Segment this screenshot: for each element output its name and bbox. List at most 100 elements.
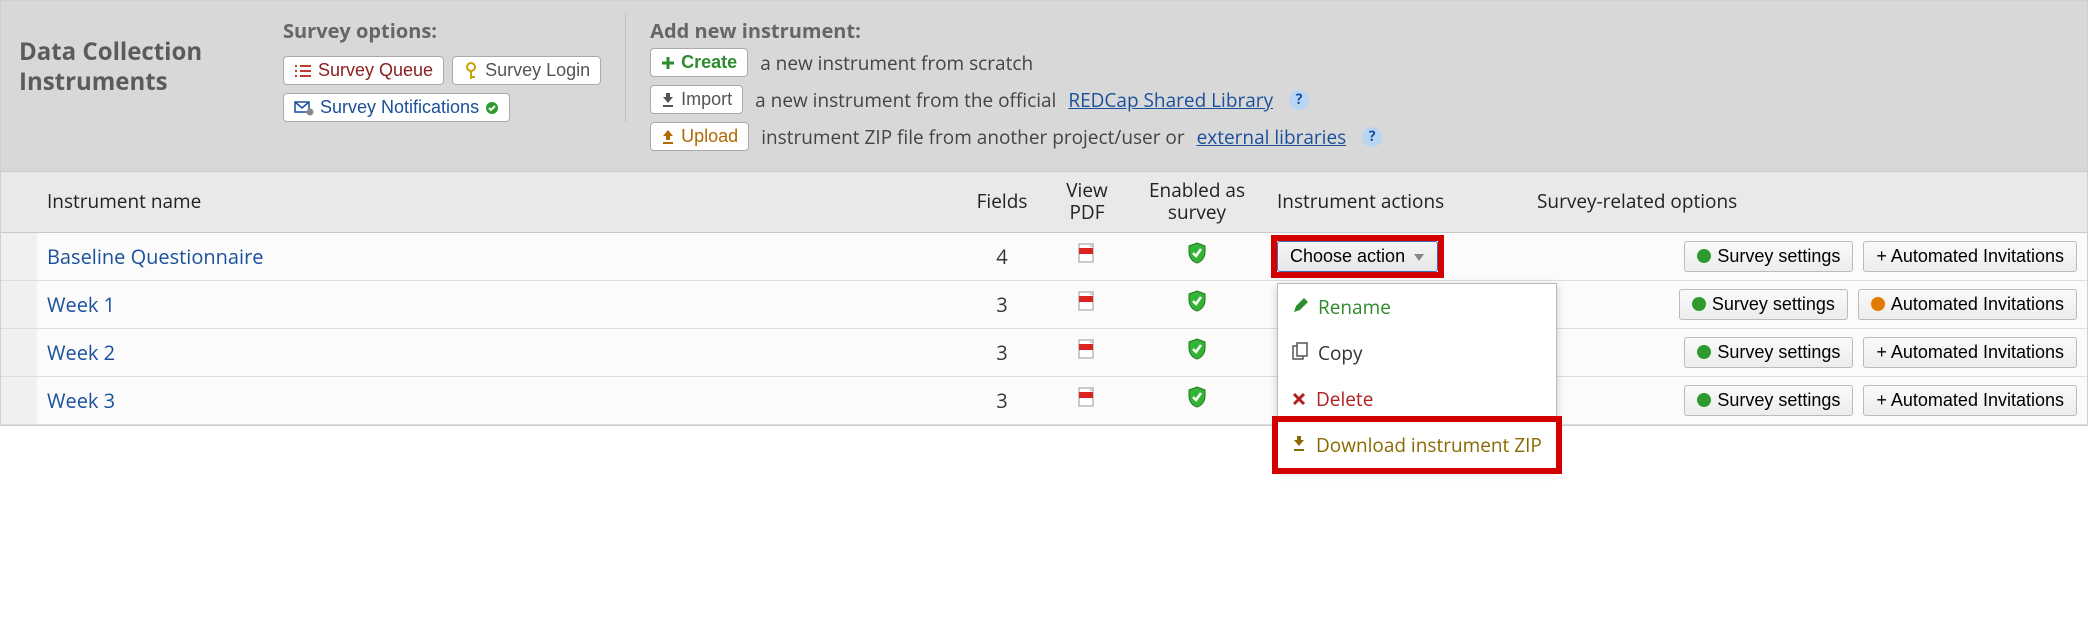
import-label: Import <box>681 89 732 110</box>
shared-library-link[interactable]: REDCap Shared Library <box>1068 87 1273 113</box>
survey-queue-button[interactable]: Survey Queue <box>283 56 444 85</box>
survey-settings-button[interactable]: Survey settings <box>1684 241 1853 272</box>
add-new-instrument-group: Add new instrument: Create a new instrum… <box>650 13 2069 159</box>
envelope-gear-icon <box>294 100 314 116</box>
pdf-icon[interactable] <box>1076 243 1098 270</box>
dot-green-icon <box>1692 297 1706 311</box>
pdf-icon[interactable] <box>1076 387 1098 414</box>
automated-invitations-button[interactable]: + Automated Invitations <box>1863 337 2077 368</box>
automated-invitations-label: + Automated Invitations <box>1876 390 2064 411</box>
survey-queue-label: Survey Queue <box>318 60 433 81</box>
add-new-label: Add new instrument: <box>650 17 2069 44</box>
fields-count: 3 <box>957 328 1047 376</box>
copy-item[interactable]: Copy <box>1278 330 1556 376</box>
drag-handle[interactable] <box>1 328 37 376</box>
pdf-icon[interactable] <box>1076 339 1098 366</box>
shield-check-icon <box>1187 291 1207 318</box>
download-icon <box>1292 432 1306 458</box>
table-header-row: Instrument name Fields View PDF Enabled … <box>1 172 2087 233</box>
pdf-icon[interactable] <box>1076 291 1098 318</box>
check-circle-icon <box>485 101 499 115</box>
create-button[interactable]: Create <box>650 48 748 77</box>
instruments-table: Instrument name Fields View PDF Enabled … <box>1 171 2087 425</box>
col-name: Instrument name <box>37 172 957 233</box>
shield-check-icon <box>1187 387 1207 414</box>
delete-item[interactable]: Delete <box>1278 376 1556 422</box>
download-zip-item[interactable]: Download instrument ZIP <box>1278 422 1556 468</box>
copy-label: Copy <box>1318 340 1363 366</box>
shield-check-icon <box>1187 339 1207 366</box>
drag-handle[interactable] <box>1 232 37 280</box>
import-button[interactable]: Import <box>650 85 743 114</box>
download-arrow-icon <box>661 93 675 107</box>
create-desc: a new instrument from scratch <box>760 50 1033 76</box>
rename-item[interactable]: Rename <box>1278 284 1556 330</box>
fields-count: 3 <box>957 280 1047 328</box>
dot-green-icon <box>1697 249 1711 263</box>
external-libraries-link[interactable]: external libraries <box>1197 124 1347 150</box>
survey-settings-label: Survey settings <box>1712 294 1835 315</box>
choose-action-label: Choose action <box>1290 246 1405 267</box>
plus-icon <box>661 56 675 70</box>
delete-label: Delete <box>1316 386 1373 412</box>
survey-login-label: Survey Login <box>485 60 590 81</box>
fields-count: 4 <box>957 232 1047 280</box>
upload-arrow-icon <box>661 130 675 144</box>
survey-settings-label: Survey settings <box>1717 342 1840 363</box>
automated-invitations-button[interactable]: + Automated Invitations <box>1863 241 2077 272</box>
table-row: Baseline Questionnaire4Choose actionRena… <box>1 232 2087 280</box>
drag-handle[interactable] <box>1 376 37 424</box>
help-icon[interactable]: ? <box>1289 90 1309 110</box>
key-icon <box>463 62 479 80</box>
download-zip-label: Download instrument ZIP <box>1316 432 1542 458</box>
panel-header: Data Collection Instruments Survey optio… <box>1 1 2087 171</box>
list-icon <box>294 64 312 78</box>
automated-invitations-label: Automated Invitations <box>1891 294 2064 315</box>
x-icon <box>1292 386 1306 412</box>
survey-options-group: Survey options: Survey Queue Survey Logi… <box>283 13 626 122</box>
col-handle <box>1 172 37 233</box>
drag-handle[interactable] <box>1 280 37 328</box>
dot-green-icon <box>1697 393 1711 407</box>
pencil-icon <box>1292 294 1308 320</box>
instrument-name[interactable]: Week 1 <box>47 291 115 318</box>
survey-login-button[interactable]: Survey Login <box>452 56 601 85</box>
dot-orange-icon <box>1871 297 1885 311</box>
col-pdf: View PDF <box>1047 172 1127 233</box>
survey-settings-label: Survey settings <box>1717 390 1840 411</box>
upload-button[interactable]: Upload <box>650 122 749 151</box>
table-row: Week 3 3 Survey settings + Automated Invita… <box>1 376 2087 424</box>
chevron-down-icon <box>1413 246 1425 267</box>
col-survey-opts: Survey-related options <box>1527 172 2087 233</box>
instrument-name[interactable]: Week 3 <box>47 387 115 414</box>
survey-notifications-button[interactable]: Survey Notifications <box>283 93 510 122</box>
survey-notifications-label: Survey Notifications <box>320 97 479 118</box>
page-title: Data Collection Instruments <box>19 13 259 97</box>
survey-settings-button[interactable]: Survey settings <box>1679 289 1848 320</box>
survey-options-label: Survey options: <box>283 17 601 44</box>
data-collection-panel: Data Collection Instruments Survey optio… <box>0 0 2088 426</box>
automated-invitations-button[interactable]: + Automated Invitations <box>1863 385 2077 416</box>
upload-label: Upload <box>681 126 738 147</box>
automated-invitations-label: + Automated Invitations <box>1876 342 2064 363</box>
col-actions: Instrument actions <box>1267 172 1527 233</box>
choose-action-button[interactable]: Choose action <box>1277 241 1438 272</box>
fields-count: 3 <box>957 376 1047 424</box>
help-icon[interactable]: ? <box>1362 127 1382 147</box>
survey-settings-button[interactable]: Survey settings <box>1684 337 1853 368</box>
instrument-name[interactable]: Week 2 <box>47 339 115 366</box>
dot-green-icon <box>1697 345 1711 359</box>
instrument-name[interactable]: Baseline Questionnaire <box>47 243 263 270</box>
survey-settings-button[interactable]: Survey settings <box>1684 385 1853 416</box>
create-label: Create <box>681 52 737 73</box>
copy-icon <box>1292 340 1308 366</box>
table-row: Week 1 3 Survey settings Automated Invitati… <box>1 280 2087 328</box>
import-desc-pre: a new instrument from the official <box>755 87 1056 113</box>
upload-desc-pre: instrument ZIP file from another project… <box>761 124 1184 150</box>
table-row: Week 2 3 Survey settings + Automated Invita… <box>1 328 2087 376</box>
action-dropdown: Rename Copy Delete Download instrument ZIP <box>1277 283 1557 469</box>
col-fields: Fields <box>957 172 1047 233</box>
automated-invitations-button[interactable]: Automated Invitations <box>1858 289 2077 320</box>
automated-invitations-label: + Automated Invitations <box>1876 246 2064 267</box>
rename-label: Rename <box>1318 294 1391 320</box>
